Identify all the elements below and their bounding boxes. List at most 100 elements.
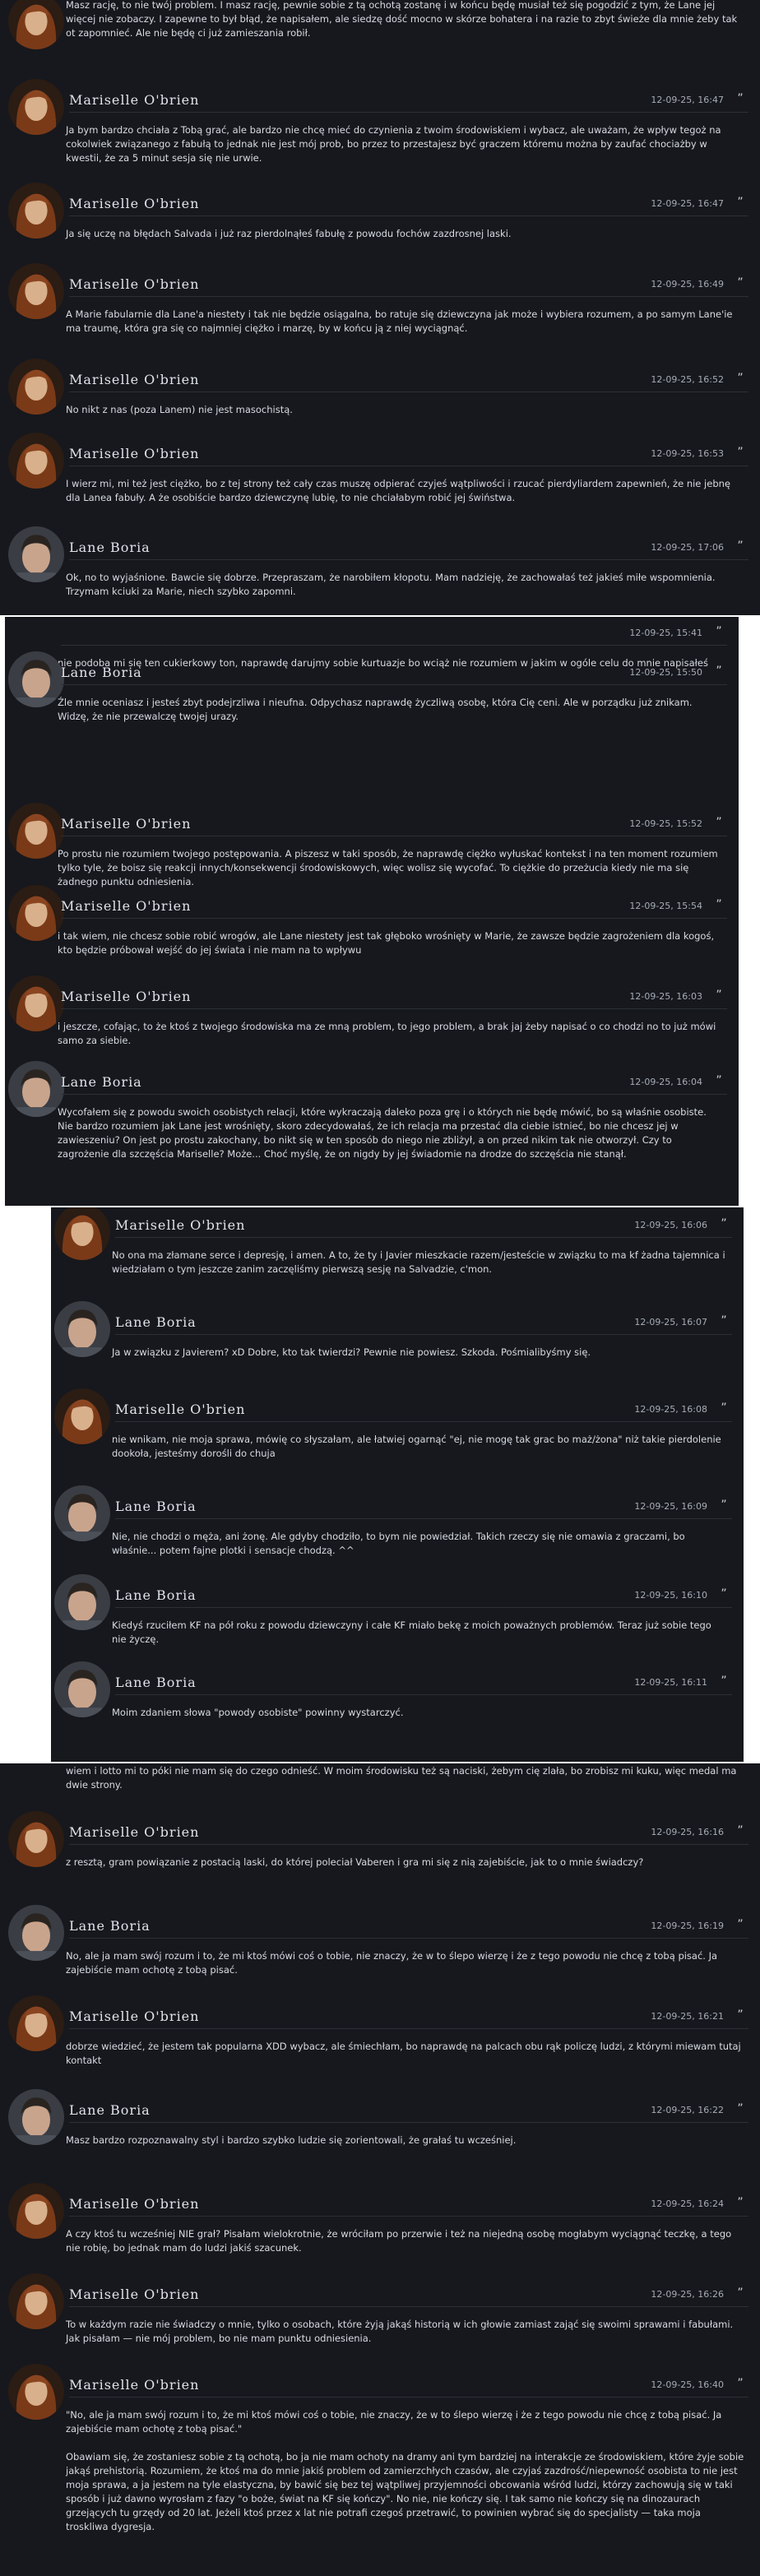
lane-boria-avatar[interactable]: [54, 1485, 110, 1541]
chat-message: Lane Boria 12-09-25, 16:22 ” Masz bardzo ro…: [0, 2089, 760, 2146]
quote-icon[interactable]: ”: [712, 625, 725, 638]
message-timestamp: 12-09-25, 16:09: [634, 1501, 707, 1512]
author-name[interactable]: Mariselle O'brien: [61, 989, 191, 1004]
mariselle-obrien-avatar[interactable]: [8, 79, 64, 135]
author-name[interactable]: Mariselle O'brien: [69, 2377, 199, 2393]
author-name[interactable]: Lane Boria: [115, 1587, 197, 1603]
quote-icon[interactable]: ”: [734, 2377, 747, 2390]
mariselle-obrien-avatar[interactable]: [8, 263, 64, 319]
author-name[interactable]: Lane Boria: [115, 1499, 197, 1514]
author-name[interactable]: Mariselle O'brien: [69, 1824, 199, 1840]
message-timestamp: 12-09-25, 16:47: [651, 198, 724, 209]
author-name[interactable]: Mariselle O'brien: [69, 372, 199, 387]
quote-icon[interactable]: ”: [734, 372, 747, 385]
mariselle-obrien-avatar[interactable]: [8, 0, 64, 49]
message-timestamp: 12-09-25, 16:19: [651, 1920, 724, 1931]
author-name[interactable]: Mariselle O'brien: [69, 446, 199, 461]
quote-icon[interactable]: ”: [734, 2008, 747, 2022]
author-name[interactable]: Mariselle O'brien: [69, 2008, 199, 2024]
mariselle-obrien-avatar[interactable]: [8, 1995, 64, 2051]
lane-boria-avatar[interactable]: [54, 1574, 110, 1630]
chat-message: Masz rację, to nie twój problem. I masz …: [0, 0, 760, 49]
quote-icon[interactable]: ”: [717, 1314, 730, 1327]
author-name[interactable]: Lane Boria: [69, 1918, 151, 1934]
author-name[interactable]: Lane Boria: [115, 1675, 197, 1690]
mariselle-obrien-avatar[interactable]: [8, 975, 64, 1031]
lane-boria-avatar[interactable]: [54, 1661, 110, 1717]
author-name[interactable]: Mariselle O'brien: [115, 1217, 245, 1233]
chat-message: Mariselle O'brien 12-09-25, 16:47 ” Ja bym …: [0, 79, 760, 164]
quote-icon[interactable]: ”: [712, 816, 725, 829]
author-name[interactable]: Mariselle O'brien: [61, 816, 191, 832]
chat-panel-4: Mariselle O'brien12-09-25, 16:13”whateve…: [0, 1763, 760, 2576]
chat-message: Lane Boria 12-09-25, 15:50 ” Źle mnie oceni…: [5, 651, 739, 722]
quote-icon[interactable]: ”: [717, 1587, 730, 1601]
mariselle-obrien-avatar[interactable]: [8, 885, 64, 941]
quote-icon[interactable]: ”: [712, 665, 725, 678]
lane-boria-avatar[interactable]: [8, 651, 64, 707]
quote-icon[interactable]: ”: [734, 196, 747, 209]
chat-message: Mariselle O'brien 12-09-25, 16:49 ” A Marie…: [0, 263, 760, 334]
mariselle-obrien-avatar[interactable]: [54, 1207, 110, 1260]
quote-icon[interactable]: ”: [734, 1824, 747, 1837]
quote-icon[interactable]: ”: [734, 1918, 747, 1931]
message-text: Masz rację, to nie twój problem. I masz …: [66, 0, 738, 39]
author-name[interactable]: Lane Boria: [69, 2102, 151, 2118]
mariselle-obrien-avatar[interactable]: [8, 2183, 64, 2239]
author-name[interactable]: Lane Boria: [61, 1074, 142, 1090]
chat-message: Lane Boria 12-09-25, 16:19 ” No, ale ja mam…: [0, 1905, 760, 1976]
mariselle-obrien-avatar[interactable]: [8, 433, 64, 489]
message-header: Lane Boria 12-09-25, 15:50 ”: [61, 663, 727, 685]
author-name[interactable]: Mariselle O'brien: [61, 898, 191, 914]
quote-icon[interactable]: ”: [734, 92, 747, 105]
message-header: 12-09-25, 15:41 ”: [61, 623, 727, 646]
author-name[interactable]: Mariselle O'brien: [69, 276, 199, 292]
lane-boria-avatar[interactable]: [8, 526, 64, 582]
author-name[interactable]: Mariselle O'brien: [69, 2196, 199, 2212]
mariselle-obrien-avatar[interactable]: [54, 1388, 110, 1444]
quote-icon[interactable]: ”: [712, 898, 725, 911]
quote-icon[interactable]: ”: [717, 1217, 730, 1230]
quote-icon[interactable]: ”: [734, 446, 747, 459]
message-text: Masz bardzo rozpoznawalny styl i bardzo …: [66, 2134, 517, 2146]
quote-icon[interactable]: ”: [734, 2286, 747, 2300]
lane-boria-avatar[interactable]: [8, 1061, 64, 1117]
quote-icon[interactable]: ”: [717, 1675, 730, 1688]
mariselle-obrien-avatar[interactable]: [8, 803, 64, 859]
chat-message: Mariselle O'brien 12-09-25, 16:03 ” i jeszc…: [5, 975, 739, 1046]
author-name[interactable]: Lane Boria: [69, 540, 151, 555]
mariselle-obrien-avatar[interactable]: [8, 1811, 64, 1867]
author-name[interactable]: Mariselle O'brien: [69, 2286, 199, 2302]
lane-boria-avatar[interactable]: [8, 2089, 64, 2145]
message-timestamp: 12-09-25, 16:11: [634, 1677, 707, 1688]
quote-icon[interactable]: ”: [712, 989, 725, 1002]
chat-panel-3: Mariselle O'brien 12-09-25, 16:06 ” No ona …: [51, 1207, 744, 1762]
mariselle-obrien-avatar[interactable]: [8, 2364, 64, 2420]
message-timestamp: 12-09-25, 15:41: [629, 628, 702, 638]
quote-icon[interactable]: ”: [717, 1499, 730, 1512]
message-timestamp: 12-09-25, 16:06: [634, 1220, 707, 1230]
author-name[interactable]: Mariselle O'brien: [115, 1402, 245, 1417]
quote-icon[interactable]: ”: [734, 2196, 747, 2209]
author-name[interactable]: Lane Boria: [115, 1314, 197, 1330]
message-timestamp: 12-09-25, 16:49: [651, 279, 724, 290]
author-name[interactable]: Mariselle O'brien: [69, 92, 199, 108]
author-name[interactable]: Mariselle O'brien: [69, 196, 199, 211]
quote-icon[interactable]: ”: [734, 540, 747, 553]
mariselle-obrien-avatar[interactable]: [8, 2273, 64, 2329]
message-text: To w każdym razie nie świadczy o mnie, t…: [66, 2319, 734, 2344]
mariselle-obrien-avatar[interactable]: [8, 183, 64, 239]
message-timestamp: 12-09-25, 16:21: [651, 2011, 724, 2022]
lane-boria-avatar[interactable]: [54, 1301, 110, 1357]
mariselle-obrien-avatar[interactable]: [8, 359, 64, 415]
chat-message: 12-09-25, 15:41” nie podoba mi się ten cu…: [5, 617, 739, 669]
message-header: Lane Boria 12-09-25, 17:06 ”: [69, 538, 748, 560]
lane-boria-avatar[interactable]: [8, 1905, 64, 1961]
quote-icon[interactable]: ”: [712, 1074, 725, 1087]
quote-icon[interactable]: ”: [717, 1402, 730, 1415]
author-name[interactable]: Lane Boria: [61, 665, 142, 680]
quote-icon[interactable]: ”: [734, 276, 747, 290]
quote-icon[interactable]: ”: [734, 2102, 747, 2115]
message-timestamp: 12-09-25, 16:52: [651, 374, 724, 385]
chat-message: Lane Boria 12-09-25, 16:07 ” Ja w związku z…: [51, 1301, 744, 1358]
